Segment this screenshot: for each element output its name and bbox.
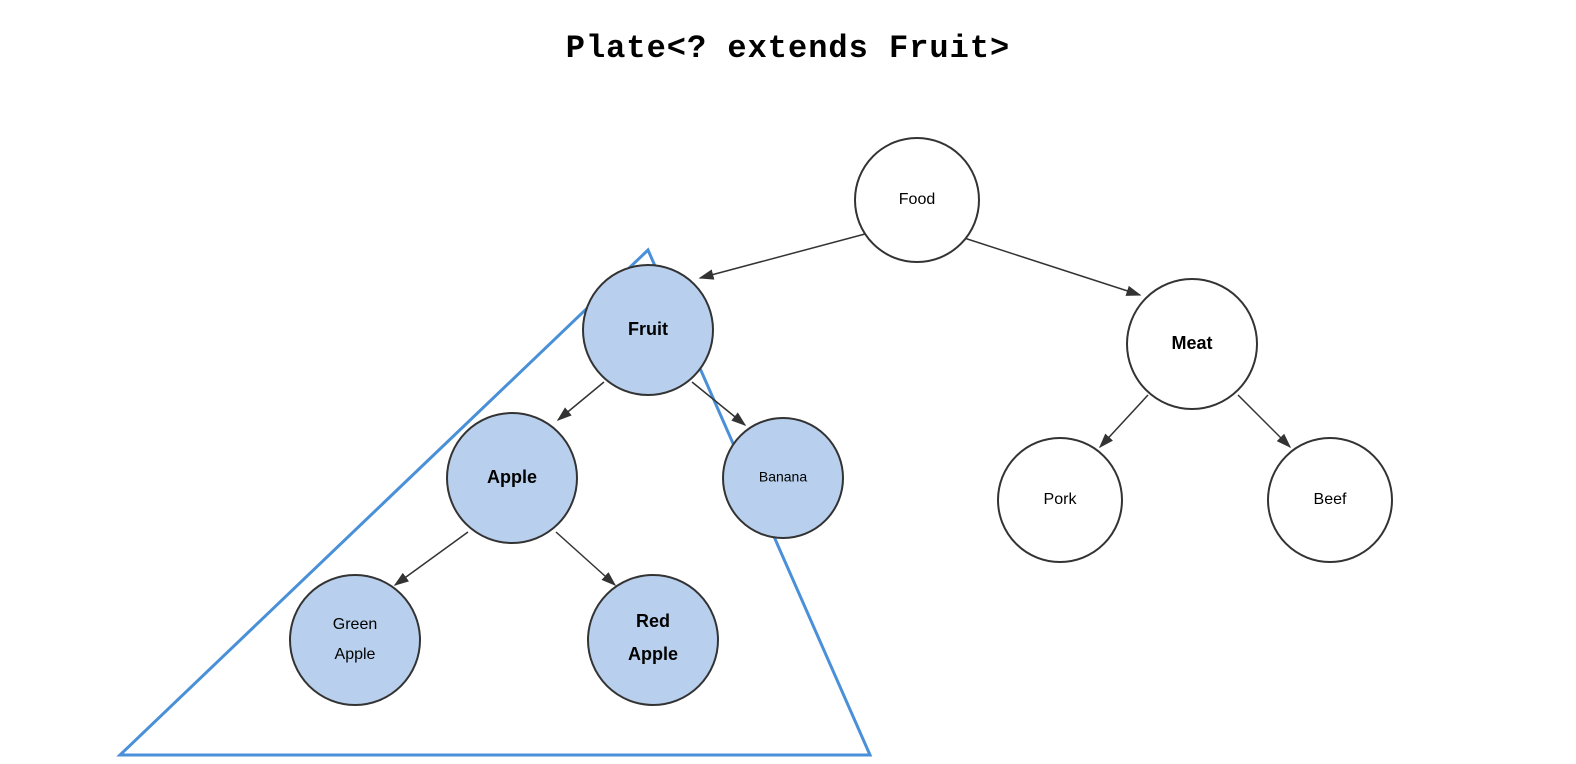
label-banana: Banana: [759, 469, 807, 485]
line-apple-redapple: [556, 532, 615, 585]
label-beef: Beef: [1314, 491, 1347, 508]
label-fruit: Fruit: [628, 319, 668, 339]
node-red-apple: [588, 575, 718, 705]
label-food: Food: [899, 191, 935, 208]
diagram-svg: Food Fruit Meat Apple Banana Pork Beef G…: [0, 0, 1576, 764]
label-meat: Meat: [1171, 333, 1212, 353]
line-food-fruit: [700, 230, 880, 278]
label-red-apple-2: Apple: [628, 644, 678, 664]
label-red-apple-1: Red: [636, 611, 670, 631]
line-meat-pork: [1100, 395, 1148, 447]
node-green-apple: [290, 575, 420, 705]
line-fruit-banana: [692, 382, 745, 425]
line-fruit-apple: [558, 382, 604, 420]
line-food-meat: [955, 235, 1140, 295]
label-green-apple-2: Apple: [335, 646, 376, 663]
label-green-apple-1: Green: [333, 616, 377, 633]
label-pork: Pork: [1044, 491, 1078, 508]
line-meat-beef: [1238, 395, 1290, 447]
label-apple: Apple: [487, 467, 537, 487]
line-apple-greenapple: [395, 532, 468, 585]
